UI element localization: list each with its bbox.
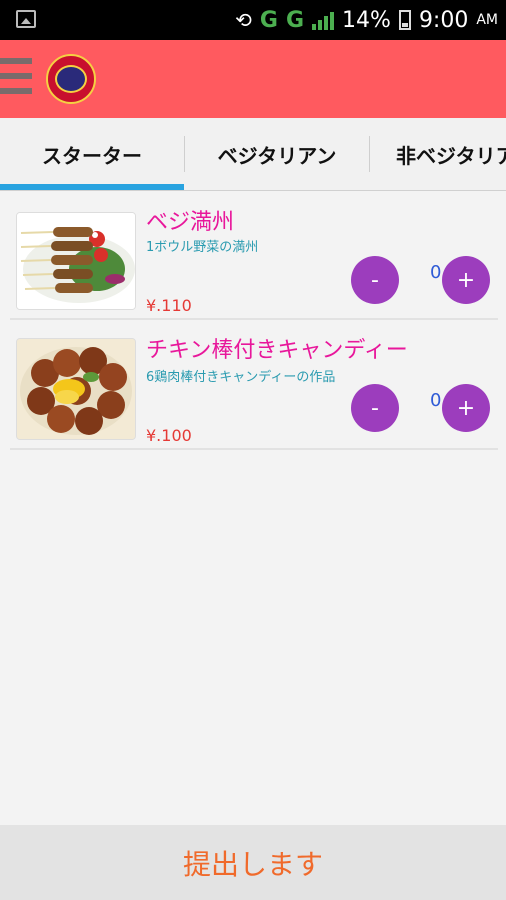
decrease-quantity-button[interactable]: - (351, 384, 399, 432)
menu-item: ベジ満州 1ボウル野菜の満州 ¥.110 - 0 + (10, 192, 498, 320)
item-price: ¥.110 (146, 296, 192, 315)
increase-quantity-button[interactable]: + (442, 384, 490, 432)
tab-vegetarian[interactable]: ベジタリアン (185, 118, 369, 190)
restaurant-logo (46, 54, 96, 104)
app-bar (0, 40, 506, 118)
network-type-label-2: G (285, 7, 305, 33)
item-price: ¥.100 (146, 426, 192, 445)
submit-button[interactable]: 提出します (0, 825, 506, 900)
signal-icon (312, 10, 335, 30)
category-tabs: スターター ベジタリアン 非ベジタリア (0, 118, 506, 191)
network-type-label: G (259, 7, 278, 33)
quantity-value: 0 (430, 390, 442, 411)
item-name: ベジ満州 (146, 210, 235, 235)
menu-item: チキン棒付きキャンディー 6鶏肉棒付きキャンディーの作品 ¥.100 - 0 + (10, 322, 498, 450)
menu-icon[interactable] (0, 58, 32, 102)
battery-icon (398, 10, 411, 30)
item-description: 1ボウル野菜の満州 (146, 240, 259, 255)
chicken-lollipop-image (16, 338, 136, 440)
status-icons: ⟲ G G 14% 9:00 AM (235, 6, 498, 34)
rotate-icon: ⟲ (235, 8, 252, 32)
battery-percent: 14% (342, 7, 391, 33)
decrease-quantity-button[interactable]: - (351, 256, 399, 304)
tab-starter[interactable]: スターター (0, 118, 184, 190)
veg-manchurian-image (16, 212, 136, 310)
tab-indicator (0, 184, 184, 190)
status-bar: ⟲ G G 14% 9:00 AM (0, 0, 506, 40)
item-name: チキン棒付きキャンディー (146, 338, 408, 363)
quantity-value: 0 (430, 262, 442, 283)
tab-non-vegetarian[interactable]: 非ベジタリア (370, 118, 506, 190)
clock-time: 9:00 (418, 7, 469, 33)
clock-ampm: AM (476, 12, 498, 28)
increase-quantity-button[interactable]: + (442, 256, 490, 304)
image-icon (16, 10, 36, 28)
item-description: 6鶏肉棒付きキャンディーの作品 (146, 370, 336, 385)
